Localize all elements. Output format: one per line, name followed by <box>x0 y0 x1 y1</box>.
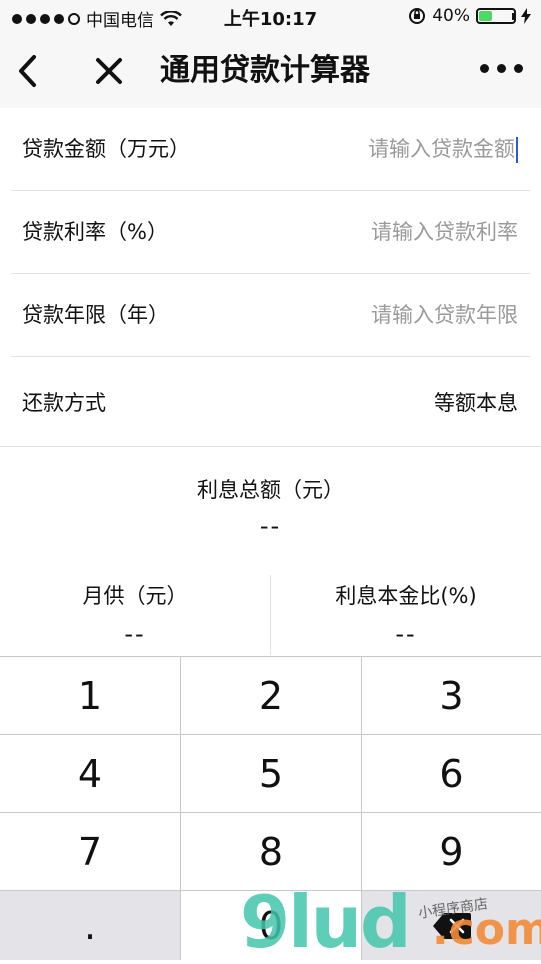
page-title: 通用贷款计算器 <box>160 53 370 88</box>
loan-form: 贷款金额（万元） 请输入贷款金额 贷款利率（%） 请输入贷款利率 贷款年限（年）… <box>0 108 541 449</box>
repayment-method-row[interactable]: 还款方式 等额本息 <box>0 357 541 449</box>
key-2[interactable]: 2 <box>181 657 361 734</box>
amount-label: 贷款金额（万元） <box>22 137 190 161</box>
text-cursor <box>516 137 518 163</box>
key-1[interactable]: 1 <box>0 657 180 734</box>
key-3[interactable]: 3 <box>362 657 541 734</box>
nav-bar: 通用贷款计算器 <box>0 34 541 108</box>
watermark-logo: 9lud <box>240 880 412 964</box>
years-row: 贷款年限（年） 请输入贷款年限 <box>11 274 530 357</box>
total-interest-label: 利息总额（元） <box>197 478 344 502</box>
divider <box>0 446 541 447</box>
status-right: 40% <box>408 6 531 26</box>
total-interest-value: -- <box>259 512 282 540</box>
key-9[interactable]: 9 <box>362 813 541 890</box>
key-decimal[interactable]: . <box>0 891 180 960</box>
key-8[interactable]: 8 <box>181 813 361 890</box>
key-4[interactable]: 4 <box>0 735 180 812</box>
monthly-payment-label: 月供（元） <box>82 584 188 608</box>
monthly-payment-value: -- <box>124 620 146 648</box>
more-dots-icon[interactable] <box>480 64 523 73</box>
charging-icon <box>521 8 531 24</box>
amount-row: 贷款金额（万元） 请输入贷款金额 <box>11 108 530 191</box>
interest-principal-ratio-value: -- <box>395 620 417 648</box>
key-7[interactable]: 7 <box>0 813 180 890</box>
interest-principal-ratio-label: 利息本金比(%) <box>335 584 477 608</box>
key-6[interactable]: 6 <box>362 735 541 812</box>
close-icon[interactable] <box>90 52 128 90</box>
orientation-lock-icon <box>409 8 426 24</box>
battery-icon <box>476 8 516 24</box>
years-input[interactable]: 请输入贷款年限 <box>371 274 518 356</box>
years-label: 贷款年限（年） <box>22 303 169 327</box>
battery-percent: 40% <box>432 6 470 26</box>
rate-input[interactable]: 请输入贷款利率 <box>371 191 518 273</box>
rate-label: 贷款利率（%） <box>22 220 168 244</box>
amount-input[interactable]: 请输入贷款金额 <box>368 108 518 190</box>
rate-row: 贷款利率（%） 请输入贷款利率 <box>11 191 530 274</box>
repayment-method-value[interactable]: 等额本息 <box>434 357 518 449</box>
status-bar: 中国电信 上午10:17 40% <box>0 0 541 34</box>
repayment-method-label: 还款方式 <box>22 391 106 415</box>
chevron-left-icon[interactable] <box>12 52 46 90</box>
key-5[interactable]: 5 <box>181 735 361 812</box>
